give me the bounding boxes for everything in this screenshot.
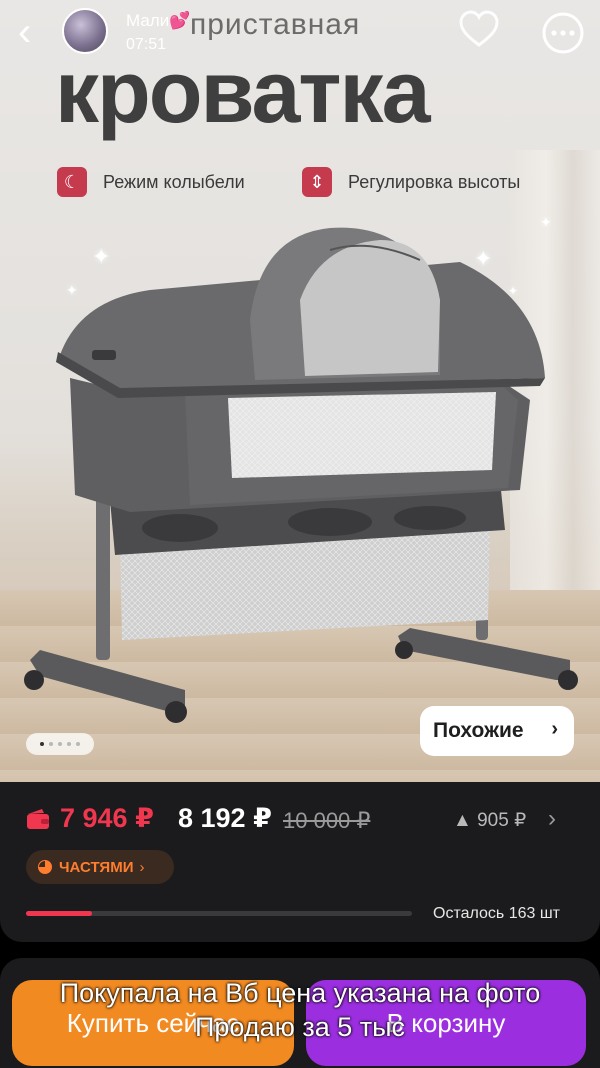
price-difference[interactable]: ▲ 905 ₽ — [453, 809, 526, 832]
pager-dot — [49, 742, 53, 746]
crib-illustration — [24, 227, 578, 723]
pager-dot — [67, 742, 71, 746]
feature-label: Регулировка высоты — [348, 171, 521, 192]
current-price: 8 192 ₽ — [178, 803, 272, 833]
pager-dot — [58, 742, 62, 746]
back-icon[interactable]: ‹ — [18, 10, 58, 54]
feature-cradle-mode: ☾ Режим колыбели — [57, 166, 245, 198]
heart-icon[interactable] — [457, 8, 501, 52]
installments-icon — [38, 860, 52, 874]
installments-button[interactable]: ЧАСТЯМИ › — [26, 850, 174, 884]
similar-label: Похожие — [433, 719, 524, 742]
avatar[interactable] — [62, 8, 108, 54]
feature-label: Режим колыбели — [103, 171, 245, 192]
pager-dot — [76, 742, 80, 746]
caption-line: Продаю за 5 тыс — [194, 1012, 406, 1042]
story-username: Мали💕 — [126, 11, 191, 30]
product-headline-top: приставная — [190, 8, 361, 41]
chevron-right-icon: › — [551, 718, 558, 740]
similar-button[interactable]: Похожие › — [420, 706, 574, 756]
wallet-price: 7 946 ₽ — [60, 803, 154, 833]
chevron-right-icon: › — [139, 858, 145, 876]
pager-dot-active — [40, 742, 44, 746]
installments-label: ЧАСТЯМИ — [59, 858, 134, 876]
moon-icon: ☾ — [57, 167, 87, 197]
old-price: 10 000 ₽ — [283, 808, 371, 833]
wallet-icon — [27, 809, 49, 829]
gallery-pager[interactable] — [26, 733, 94, 755]
product-image[interactable]: приставная кроватка ☾ Режим колыбели ⇕ Р… — [0, 0, 600, 782]
chevron-right-icon[interactable]: › — [548, 805, 556, 833]
caption-line: Покупала на Вб цена указана на фото — [59, 978, 541, 1008]
stock-progress-fill — [26, 911, 92, 916]
height-arrows-icon: ⇕ — [302, 167, 332, 197]
story-time: 07:51 — [126, 36, 167, 53]
product-headline: кроватка — [55, 42, 431, 141]
story-caption: Покупала на Вб цена указана на фото Прод… — [0, 976, 600, 1044]
more-options-icon[interactable] — [540, 10, 586, 56]
stock-remaining: Осталось 163 шт — [433, 905, 560, 922]
feature-height-adjust: ⇕ Регулировка высоты — [302, 166, 520, 198]
stock-progress-bar — [26, 911, 412, 916]
